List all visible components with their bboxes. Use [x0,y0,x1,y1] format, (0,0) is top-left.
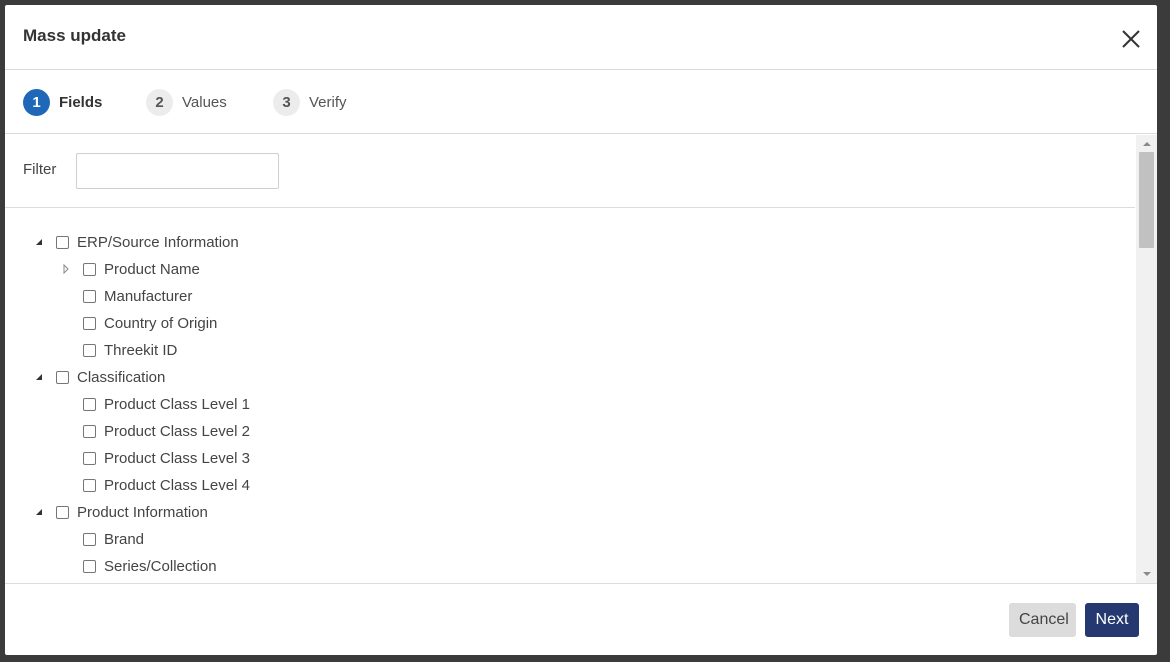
fields-panel: Filter ERP/Source Information Product Nam… [5,135,1135,583]
field-label: Product Class Level 1 [104,395,250,413]
step-number: 3 [273,88,300,116]
step-fields[interactable]: 1 Fields [23,88,102,116]
field-label: Product Class Level 2 [104,422,250,440]
dialog-title: Mass update [23,26,126,45]
next-button[interactable]: Next [1085,603,1139,637]
tree-item: Brand [59,528,144,550]
tree-item: Threekit ID [59,339,177,361]
field-label: Product Class Level 3 [104,449,250,467]
tree-item: Series/Collection [59,555,217,577]
field-checkbox[interactable] [83,343,96,357]
scroll-down-arrow-icon[interactable] [1142,569,1152,579]
tree-item: Product Class Level 1 [59,393,250,415]
tree-group: Product Information [32,501,208,523]
field-checkbox[interactable] [83,316,96,330]
field-label: Classification [77,368,166,386]
mass-update-dialog: Mass update 1 Fields 2 Values 3 Verify F… [5,5,1157,655]
wizard-steps: 1 Fields 2 Values 3 Verify [5,70,1157,134]
field-checkbox[interactable] [83,397,96,411]
step-number: 2 [146,88,173,116]
dialog-footer: Cancel Next [5,583,1157,655]
tree-item: Product Class Level 3 [59,447,250,469]
tree-item: Manufacturer [59,285,192,307]
tree-item: Product Class Level 2 [59,420,250,442]
collapse-triangle-icon[interactable] [59,262,73,276]
field-label: Product Class Level 4 [104,476,250,494]
tree-group: ERP/Source Information [32,231,239,253]
field-label: Series/Collection [104,557,217,575]
close-icon [1122,30,1140,48]
field-label: Product Information [77,503,208,521]
field-label: ERP/Source Information [77,233,239,251]
tree-item: Product Class Level 4 [59,474,250,496]
tree-item: Country of Origin [59,312,217,334]
vertical-scrollbar[interactable] [1136,135,1157,583]
cancel-button[interactable]: Cancel [1009,603,1076,637]
field-checkbox[interactable] [83,424,96,438]
tree-group: Classification [32,366,165,388]
filter-label: Filter [23,161,57,178]
field-checkbox[interactable] [83,478,96,492]
scroll-thumb[interactable] [1139,152,1154,248]
tree-item: Product Name [59,258,200,280]
field-label: Brand [104,530,145,548]
step-label: Verify [309,93,347,111]
filter-row: Filter [5,135,1135,208]
field-checkbox[interactable] [56,370,69,384]
step-number: 1 [23,88,50,116]
field-label: Manufacturer [104,287,193,305]
field-label: Threekit ID [104,341,178,359]
field-label: Product Name [104,260,200,278]
field-checkbox[interactable] [83,451,96,465]
filter-input[interactable] [76,153,279,189]
expand-triangle-icon[interactable] [32,235,46,249]
expand-triangle-icon[interactable] [32,505,46,519]
step-label: Fields [59,93,103,111]
field-checkbox[interactable] [56,505,69,519]
step-verify[interactable]: 3 Verify [273,88,347,116]
close-button[interactable] [1115,23,1147,55]
field-checkbox[interactable] [83,262,96,276]
field-checkbox[interactable] [83,289,96,303]
field-checkbox[interactable] [56,235,69,249]
step-label: Values [182,93,227,111]
dialog-header: Mass update [5,5,1157,70]
step-values[interactable]: 2 Values [146,88,227,116]
scroll-up-arrow-icon[interactable] [1142,139,1152,149]
field-label: Country of Origin [104,314,218,332]
field-checkbox[interactable] [83,532,96,546]
expand-triangle-icon[interactable] [32,370,46,384]
field-checkbox[interactable] [83,559,96,573]
